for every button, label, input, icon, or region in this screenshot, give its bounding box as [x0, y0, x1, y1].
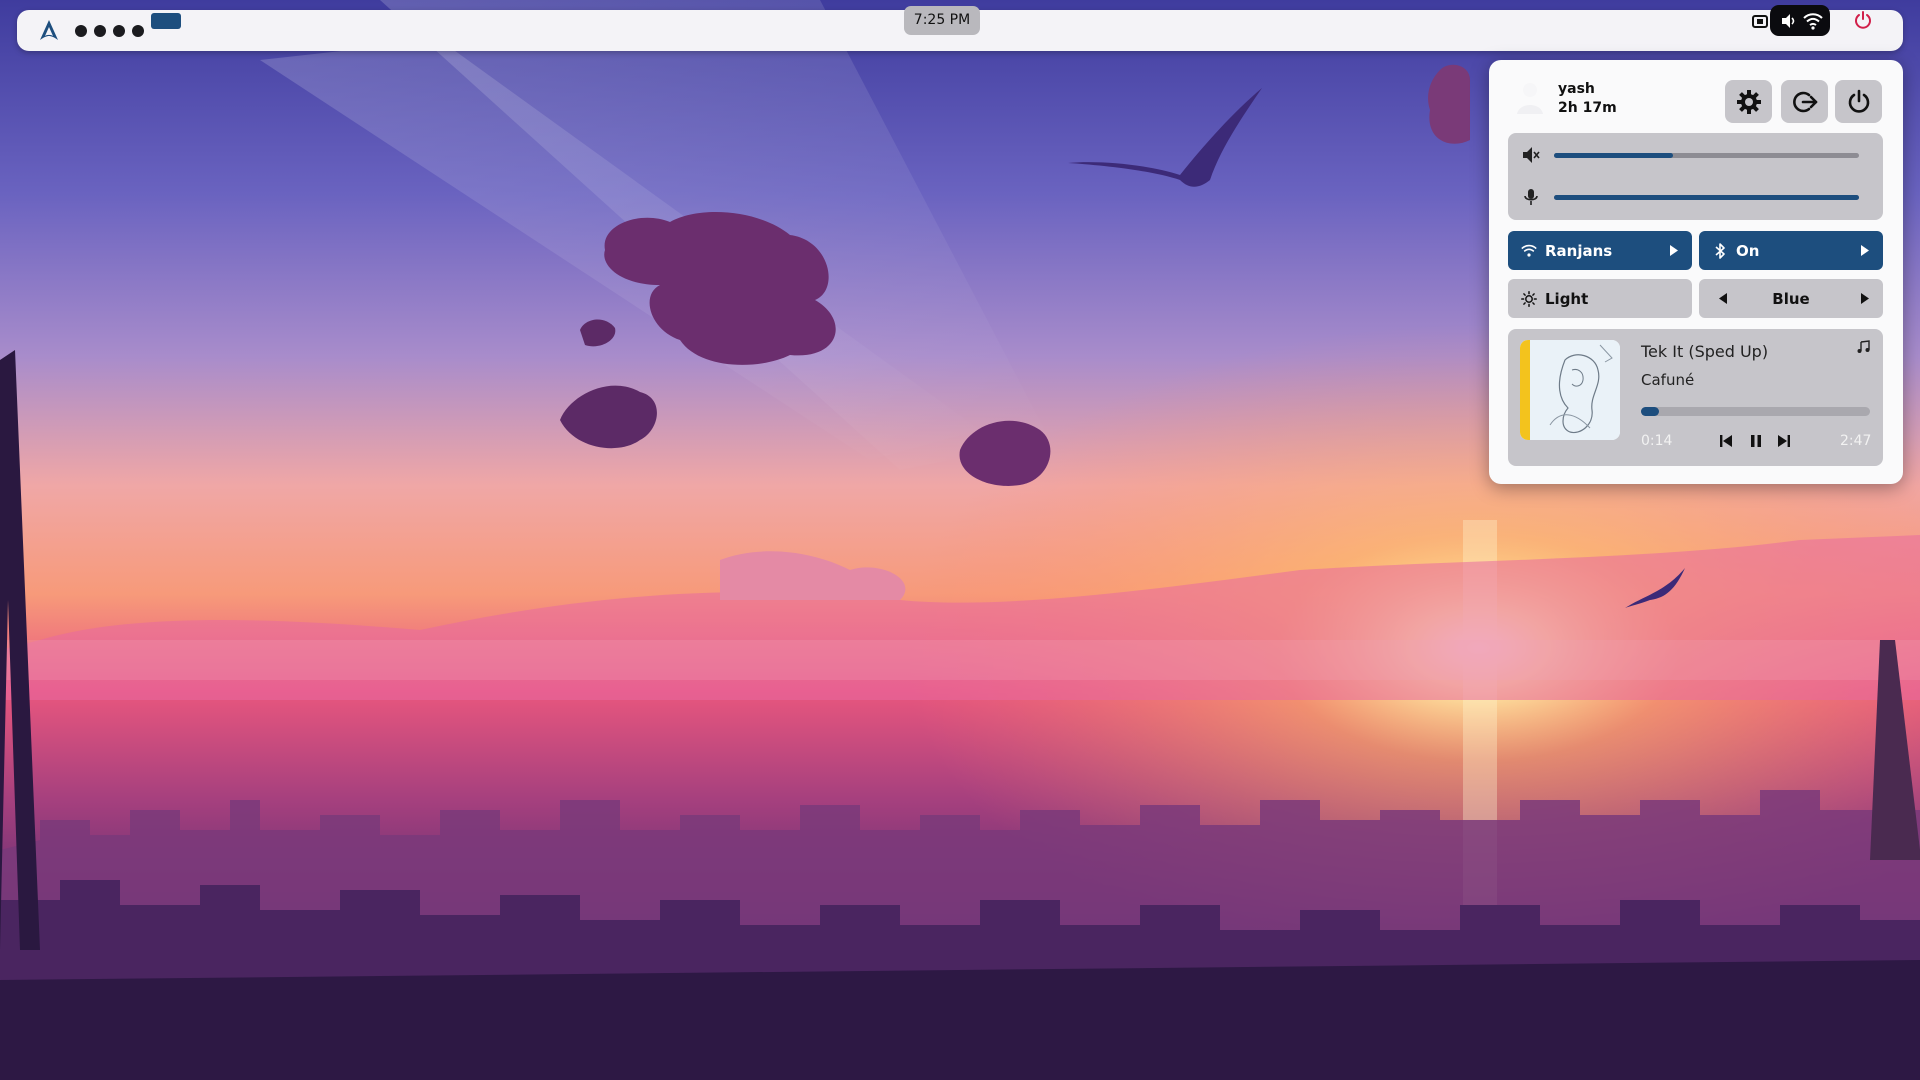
workspace-5-active[interactable]	[151, 13, 181, 29]
pause-icon[interactable]	[1748, 433, 1764, 449]
volume-icon[interactable]	[1780, 12, 1798, 30]
media-progress-bar[interactable]	[1641, 407, 1870, 416]
workspace-3-dot[interactable]	[113, 25, 125, 37]
clock[interactable]: 7:25 PM	[904, 6, 980, 35]
power-icon	[1848, 89, 1869, 113]
screenshot-icon[interactable]	[1750, 11, 1770, 31]
bluetooth-tile-label: On	[1736, 241, 1760, 260]
theme-tile-label: Light	[1545, 289, 1589, 308]
chevron-right-icon	[1861, 245, 1869, 256]
next-track-icon[interactable]	[1776, 433, 1792, 449]
microphone-icon[interactable]	[1522, 188, 1540, 206]
bluetooth-icon	[1715, 242, 1725, 259]
wifi-icon[interactable]	[1803, 12, 1823, 30]
music-note-icon	[1857, 340, 1870, 353]
accent-color-tile[interactable]: Blue	[1699, 279, 1883, 318]
volume-slider-fill	[1554, 153, 1673, 158]
user-name: yash	[1558, 81, 1595, 97]
workspace-1-dot[interactable]	[75, 25, 87, 37]
logout-icon	[1792, 91, 1817, 112]
chevron-left-icon[interactable]	[1719, 293, 1727, 304]
wifi-tile[interactable]: Ranjans	[1508, 231, 1692, 270]
audio-sliders-box	[1508, 133, 1883, 220]
power-button[interactable]	[1835, 80, 1882, 123]
track-artist: Cafuné	[1641, 371, 1695, 389]
settings-button[interactable]	[1725, 80, 1772, 123]
avatar	[1517, 83, 1543, 114]
previous-track-icon[interactable]	[1718, 433, 1734, 449]
sun-icon	[1521, 290, 1537, 307]
chevron-right-icon	[1670, 245, 1678, 256]
theme-tile[interactable]: Light	[1508, 279, 1692, 318]
time-elapsed: 0:14	[1641, 433, 1673, 449]
logout-button[interactable]	[1781, 80, 1828, 123]
bluetooth-tile[interactable]: On	[1699, 231, 1883, 270]
volume-slider[interactable]	[1554, 153, 1859, 158]
power-icon[interactable]	[1853, 10, 1873, 30]
track-title: Tek It (Sped Up)	[1641, 342, 1769, 361]
settings-icon	[1736, 89, 1761, 114]
arch-logo-icon[interactable]	[38, 19, 60, 41]
workspace-2-dot[interactable]	[94, 25, 106, 37]
uptime-label: 2h 17m	[1558, 100, 1617, 116]
album-art-image	[1520, 340, 1620, 440]
microphone-slider-fill	[1554, 195, 1859, 200]
chevron-right-icon[interactable]	[1861, 293, 1869, 304]
speaker-icon[interactable]	[1522, 146, 1540, 164]
wifi-tile-label: Ranjans	[1545, 241, 1613, 260]
accent-color-label: Blue	[1772, 289, 1810, 308]
wifi-icon	[1521, 244, 1537, 257]
microphone-slider[interactable]	[1554, 195, 1859, 200]
workspace-4-dot[interactable]	[132, 25, 144, 37]
time-total: 2:47	[1840, 433, 1872, 449]
media-progress-fill	[1641, 407, 1660, 416]
album-cover[interactable]	[1520, 340, 1620, 440]
